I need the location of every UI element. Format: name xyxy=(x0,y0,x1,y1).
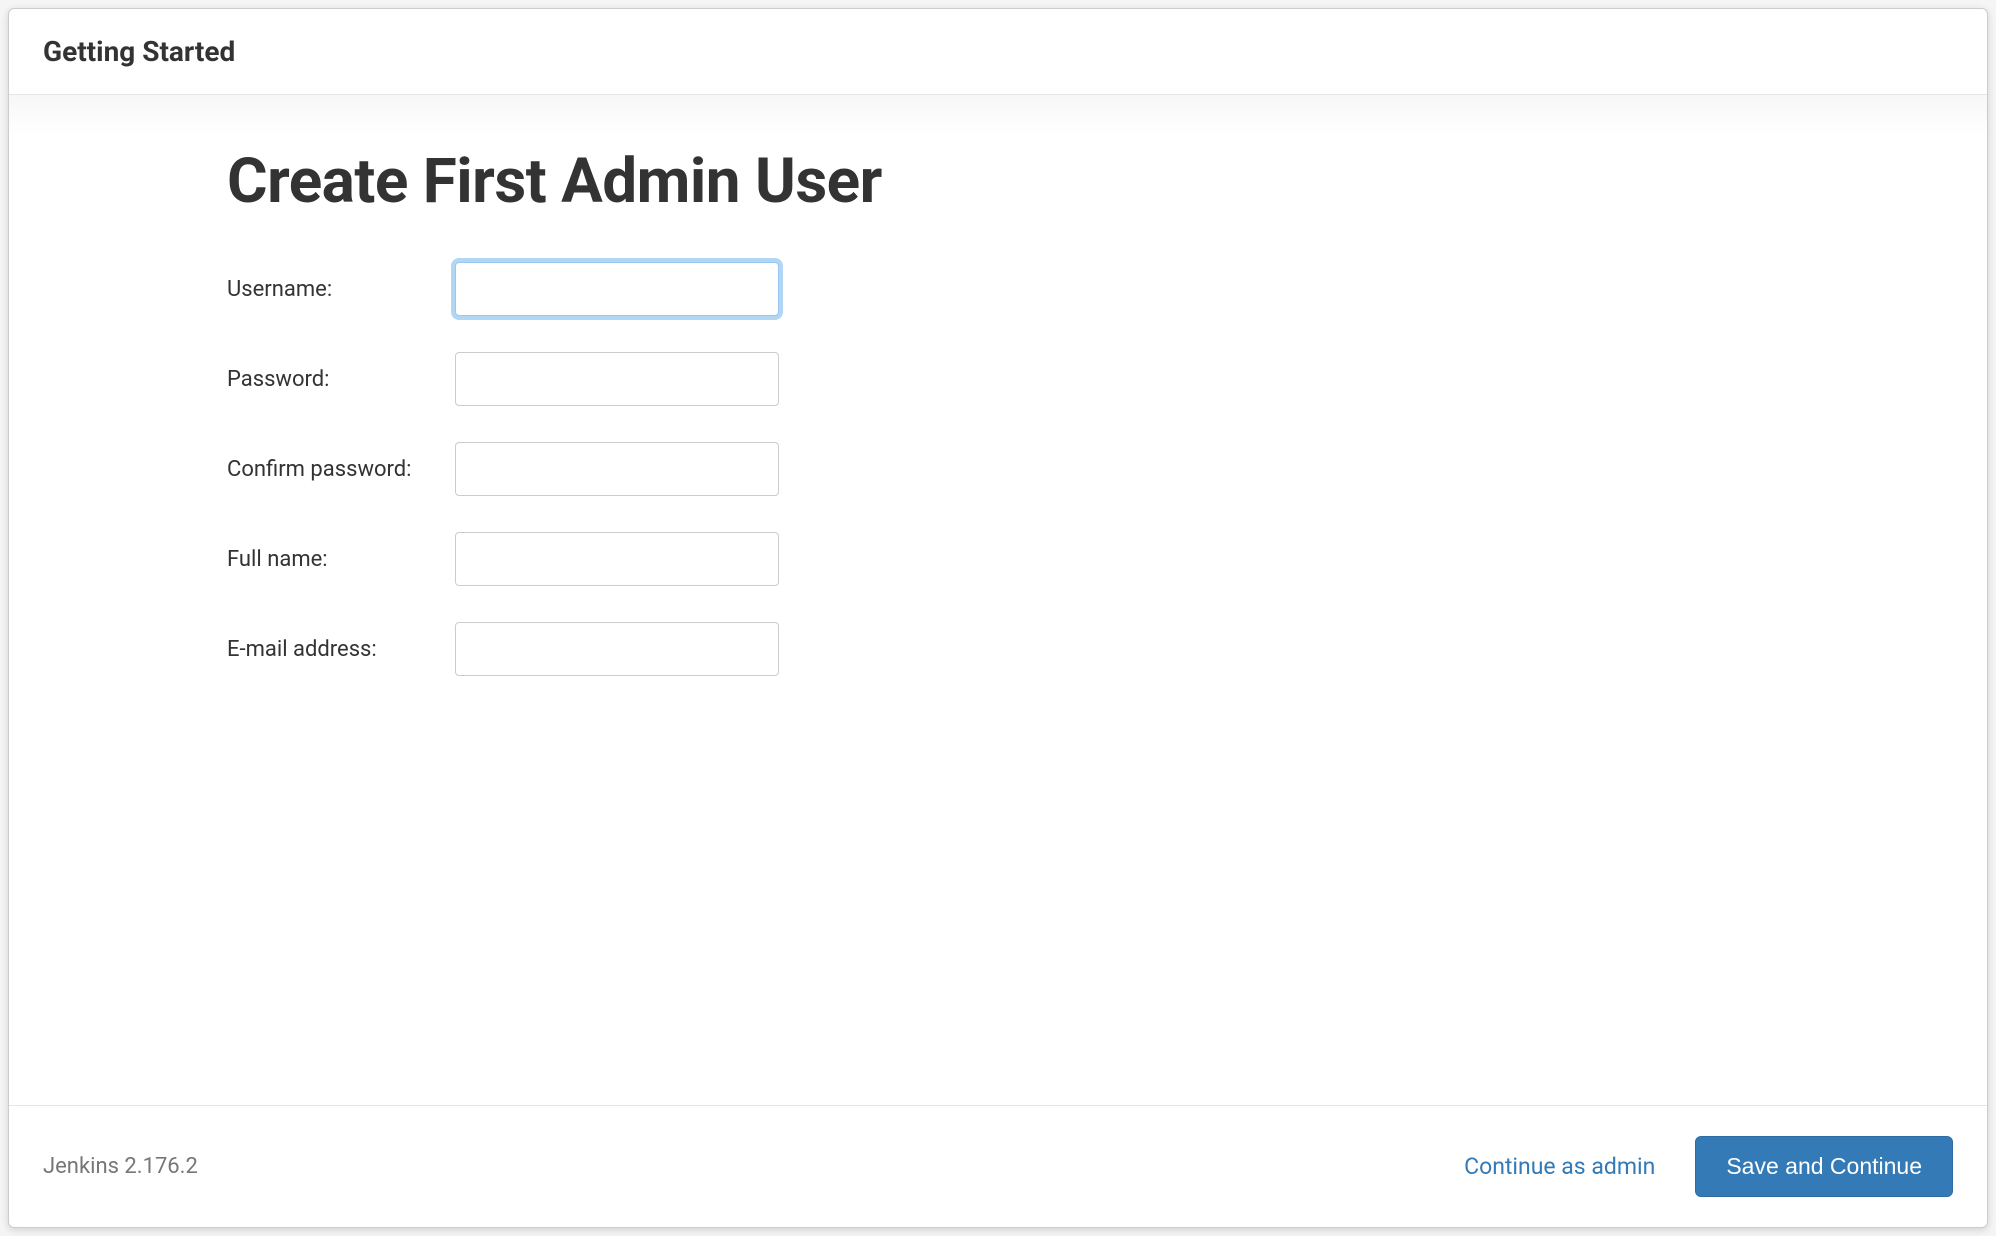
password-input[interactable] xyxy=(455,352,779,406)
username-label: Username: xyxy=(227,277,455,302)
header-title: Getting Started xyxy=(43,35,1953,68)
full-name-input[interactable] xyxy=(455,532,779,586)
confirm-password-label: Confirm password: xyxy=(227,457,455,482)
modal-header: Getting Started xyxy=(9,9,1987,95)
full-name-label: Full name: xyxy=(227,547,455,572)
setup-wizard-modal: Getting Started Create First Admin User … xyxy=(8,8,1988,1228)
form-row-email: E-mail address: xyxy=(227,622,1769,676)
version-text: Jenkins 2.176.2 xyxy=(43,1154,198,1179)
modal-footer: Jenkins 2.176.2 Continue as admin Save a… xyxy=(9,1105,1987,1227)
footer-actions: Continue as admin Save and Continue xyxy=(1464,1136,1953,1197)
password-label: Password: xyxy=(227,367,455,392)
page-title: Create First Admin User xyxy=(227,145,1769,218)
form-row-confirm-password: Confirm password: xyxy=(227,442,1769,496)
continue-as-admin-link[interactable]: Continue as admin xyxy=(1464,1153,1655,1180)
username-input[interactable] xyxy=(455,262,779,316)
save-and-continue-button[interactable]: Save and Continue xyxy=(1695,1136,1953,1197)
form-row-username: Username: xyxy=(227,262,1769,316)
form-row-full-name: Full name: xyxy=(227,532,1769,586)
confirm-password-input[interactable] xyxy=(455,442,779,496)
form-row-password: Password: xyxy=(227,352,1769,406)
email-input[interactable] xyxy=(455,622,779,676)
email-label: E-mail address: xyxy=(227,637,455,662)
modal-content: Create First Admin User Username: Passwo… xyxy=(9,95,1987,1105)
